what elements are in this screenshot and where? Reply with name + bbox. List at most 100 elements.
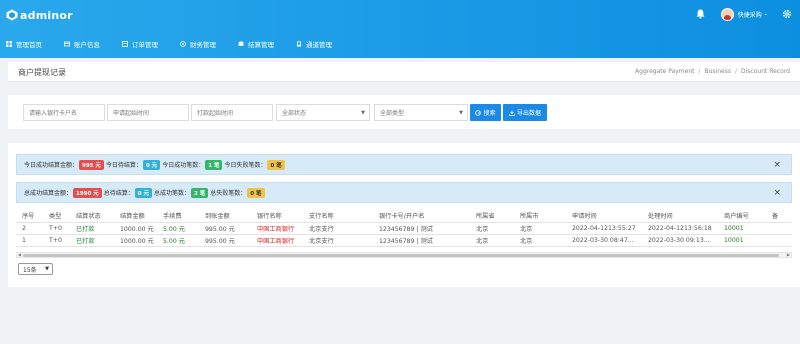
total-fail-badge: 0 笔: [247, 187, 265, 198]
user-name[interactable]: 快捷采购: [738, 10, 762, 19]
col-header-received[interactable]: 到账金额: [199, 210, 251, 223]
col-header-card[interactable]: 银行卡号/开户名: [373, 210, 470, 223]
breadcrumb-item-current: Discount Record: [741, 68, 790, 75]
nav-label: 结算管理: [248, 41, 274, 49]
total-success-badge: 2 笔: [191, 187, 209, 198]
col-header-apply-time[interactable]: 申请时间: [566, 210, 642, 223]
scrollbar-thumb[interactable]: [23, 254, 779, 257]
status-select-value: 全部状态: [282, 110, 307, 117]
today-success-badge: 1 笔: [205, 159, 223, 170]
card-name-placeholder: 请输入银行卡户名: [29, 110, 78, 117]
breadcrumb-item[interactable]: Aggregate Payment: [635, 68, 694, 75]
logo-icon: [6, 9, 18, 21]
table-horizontal-scrollbar[interactable]: ◀ ▶: [16, 252, 792, 258]
gear-icon[interactable]: [782, 9, 792, 19]
export-button[interactable]: 导出数据: [503, 104, 547, 121]
card-name-input[interactable]: 请输入银行卡户名: [23, 104, 105, 121]
col-header-bank[interactable]: 银行名称: [251, 210, 303, 223]
chevron-down-icon: ▼: [361, 109, 365, 116]
cell-received: 995.00 元: [199, 234, 251, 247]
cell-index: 1: [16, 234, 43, 247]
card-icon: [64, 41, 70, 47]
today-fail-label: 今日失败笔数：: [224, 162, 267, 169]
apply-start-time-input[interactable]: 申请起始时间: [107, 104, 189, 121]
nav-item-settlement[interactable]: 结算管理: [238, 39, 274, 49]
col-header-status[interactable]: 结算状态: [70, 210, 114, 223]
col-header-merchant-id[interactable]: 商户编号: [718, 210, 766, 223]
col-header-remark[interactable]: 备: [766, 210, 792, 223]
cell-apply-time: 2022-03-30 08:47...: [566, 234, 642, 247]
nav-item-account[interactable]: 账户信息: [64, 39, 100, 49]
bell-icon[interactable]: [696, 9, 705, 19]
nav-item-channels[interactable]: 通道管理: [296, 39, 332, 49]
cell-amount: 1000.00 元: [114, 222, 157, 235]
page-size-value: 15条: [23, 266, 37, 274]
pay-start-placeholder: 打款起始时间: [197, 110, 234, 117]
app-logo[interactable]: adminor: [6, 8, 73, 22]
scroll-right-icon[interactable]: ▶: [787, 252, 790, 257]
scroll-left-icon[interactable]: ◀: [18, 252, 21, 257]
cell-status: 已打款: [70, 222, 114, 235]
col-header-fee[interactable]: 手续费: [157, 210, 199, 223]
col-header-index[interactable]: 序号: [16, 210, 43, 223]
main-nav: 管理首页 账户信息 订单管理 财务管理 结算管理 通道管理: [6, 38, 354, 50]
avatar[interactable]: [720, 7, 734, 21]
today-fail-badge: 0 笔: [267, 159, 285, 170]
col-header-type[interactable]: 类型: [43, 210, 70, 223]
today-success-label: 今日成功笔数：: [162, 162, 205, 169]
col-header-amount[interactable]: 结算金额: [114, 210, 157, 223]
top-header: adminor 快捷采购 ⌄ 管理首页 账户信息 订单管理 财务管理 结算管理 …: [0, 0, 800, 58]
page-size-select[interactable]: 15条 ▼: [18, 263, 53, 275]
col-header-city[interactable]: 所属市: [514, 210, 566, 223]
nav-item-home[interactable]: 管理首页: [6, 39, 42, 49]
close-icon[interactable]: ×: [773, 160, 781, 170]
cell-remark: [766, 234, 792, 247]
export-button-label: 导出数据: [516, 110, 541, 117]
type-select[interactable]: 全部类型 ▼: [374, 104, 468, 121]
chevron-down-icon: ▼: [45, 266, 49, 272]
pay-start-time-input[interactable]: 打款起始时间: [191, 104, 273, 121]
nav-item-finance[interactable]: 财务管理: [180, 39, 216, 49]
cell-index: 2: [16, 222, 43, 235]
table-row[interactable]: 1 T+0 已打款 1000.00 元 5.00 元 995.00 元 中国工商…: [16, 234, 792, 247]
today-paid-badge: 995 元: [79, 159, 104, 170]
settle-icon: [238, 41, 244, 46]
cell-bank: 中国工商银行: [251, 222, 303, 235]
status-select[interactable]: 全部状态 ▼: [276, 104, 370, 121]
chevron-down-icon[interactable]: ⌄: [764, 11, 768, 17]
cell-branch: 北京支行: [303, 222, 373, 235]
total-pending-label: 总待结算：: [103, 190, 134, 197]
cell-received: 995.00 元: [199, 222, 251, 235]
channel-icon: [297, 41, 301, 47]
search-button[interactable]: 搜索: [470, 104, 501, 121]
breadcrumb: Aggregate Payment / Business / Discount …: [635, 68, 790, 75]
today-pending-label: 今日待结算：: [105, 162, 142, 169]
col-header-province[interactable]: 所属省: [470, 210, 514, 223]
page-title: 商户提现记录: [18, 68, 66, 77]
table-row[interactable]: 2 T+0 已打款 1000.00 元 5.00 元 995.00 元 中国工商…: [16, 222, 792, 235]
cell-card: 123456789 | 测试: [373, 234, 470, 247]
cell-process-time: 2022-04-1213:56:18: [642, 222, 718, 235]
breadcrumb-separator: /: [734, 68, 738, 75]
col-header-process-time[interactable]: 处理时间: [642, 210, 718, 223]
cell-fee: 5.00 元: [157, 222, 199, 235]
nav-item-orders[interactable]: 订单管理: [122, 39, 158, 49]
order-icon: [122, 41, 128, 47]
total-fail-label: 总失败笔数：: [210, 190, 247, 197]
total-paid-badge: 1990 元: [73, 187, 102, 198]
breadcrumb-separator: /: [698, 68, 701, 75]
cell-province: 北京: [470, 234, 514, 247]
col-header-branch[interactable]: 支行名称: [303, 210, 373, 223]
cell-city: 北京: [514, 222, 566, 235]
cell-type: T+0: [43, 234, 70, 247]
cell-type: T+0: [43, 222, 70, 235]
cell-fee: 5.00 元: [157, 234, 199, 247]
total-summary-alert: 总成功结算金额： 1990 元 总待结算： 0 元 总成功笔数： 2 笔 总失败…: [16, 182, 792, 203]
apply-start-placeholder: 申请起始时间: [113, 110, 150, 117]
search-button-label: 搜索: [483, 110, 496, 117]
total-success-label: 总成功笔数：: [154, 190, 191, 197]
breadcrumb-item[interactable]: Business: [705, 68, 731, 75]
cell-branch: 北京支行: [303, 234, 373, 247]
cell-bank: 中国工商银行: [251, 234, 303, 247]
close-icon[interactable]: ×: [773, 188, 781, 198]
